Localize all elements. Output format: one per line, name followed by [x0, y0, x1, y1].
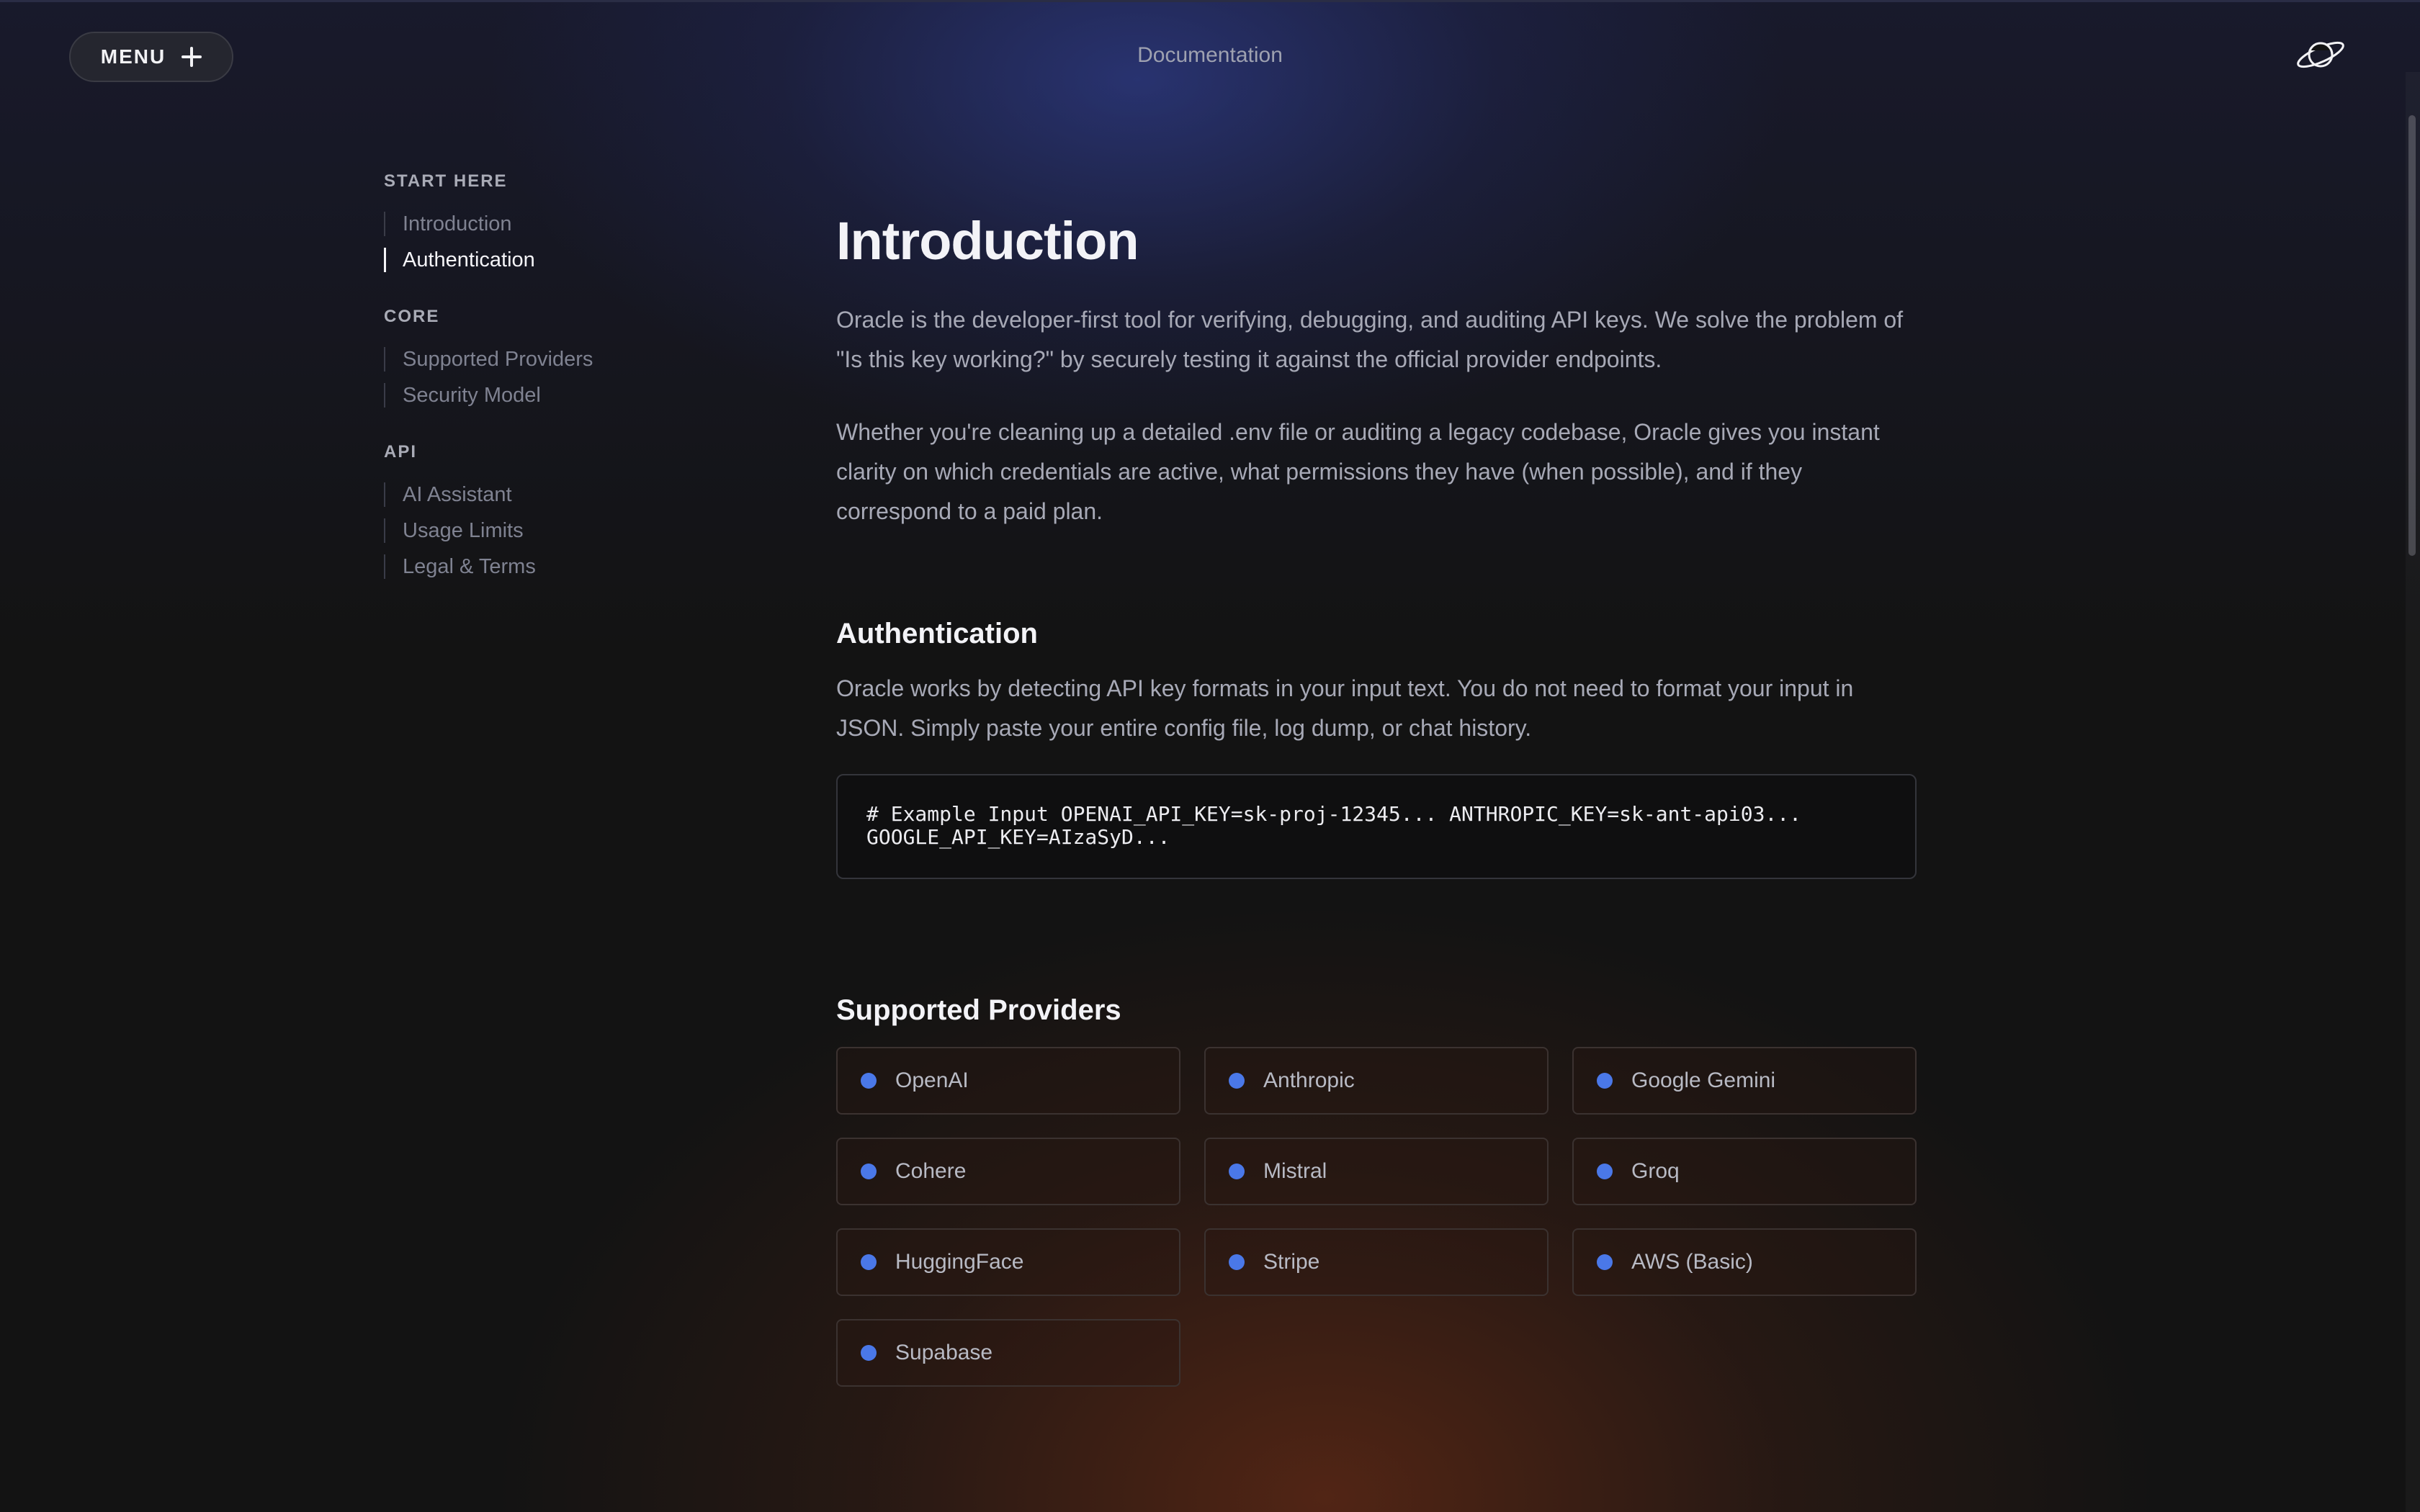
top-border — [0, 0, 2420, 2]
provider-name: Anthropic — [1263, 1068, 1355, 1092]
sidebar-section-core: CORE Supported Providers Security Model — [384, 307, 686, 413]
provider-card-anthropic[interactable]: Anthropic — [1204, 1047, 1549, 1115]
plus-icon — [182, 47, 202, 67]
status-dot — [1229, 1164, 1245, 1179]
provider-name: AWS (Basic) — [1631, 1250, 1753, 1274]
sidebar-item-usage-limits[interactable]: Usage Limits — [384, 513, 686, 549]
provider-card-stripe[interactable]: Stripe — [1204, 1228, 1549, 1296]
scrollbar-thumb[interactable] — [2408, 115, 2416, 556]
sidebar-item-legal-terms[interactable]: Legal & Terms — [384, 549, 686, 585]
menu-button[interactable]: MENU — [69, 32, 233, 82]
page-title: Introduction — [836, 211, 1139, 271]
planet-icon[interactable] — [2293, 35, 2348, 75]
status-dot — [861, 1073, 877, 1089]
authentication-paragraph: Oracle works by detecting API key format… — [836, 675, 1854, 741]
sidebar-item-supported-providers[interactable]: Supported Providers — [384, 341, 686, 377]
status-dot — [1597, 1073, 1613, 1089]
status-dot — [861, 1345, 877, 1361]
provider-name: OpenAI — [895, 1068, 969, 1092]
header-title: Documentation — [1137, 43, 1283, 67]
provider-name: Google Gemini — [1631, 1068, 1776, 1092]
provider-card-openai[interactable]: OpenAI — [836, 1047, 1180, 1115]
sidebar-section-title: CORE — [384, 307, 440, 326]
status-dot — [861, 1164, 877, 1179]
status-dot — [861, 1254, 877, 1270]
intro-paragraph-2: Whether you're cleaning up a detailed .e… — [836, 419, 1880, 524]
sidebar-section-start-here: START HERE Introduction Authentication — [384, 171, 686, 278]
provider-card-groq[interactable]: Groq — [1572, 1138, 1917, 1205]
status-dot — [1229, 1073, 1245, 1089]
authentication-heading: Authentication — [836, 618, 1038, 649]
status-dot — [1229, 1254, 1245, 1270]
provider-card-supabase[interactable]: Supabase — [836, 1319, 1180, 1387]
code-block[interactable]: # Example Input OPENAI_API_KEY=sk-proj-1… — [836, 774, 1917, 879]
main-content: Introduction Oracle is the developer-fir… — [836, 202, 1917, 1387]
sidebar-section-title: START HERE — [384, 171, 508, 191]
provider-card-huggingface[interactable]: HuggingFace — [836, 1228, 1180, 1296]
sidebar-section-title: API — [384, 442, 418, 462]
status-dot — [1597, 1164, 1613, 1179]
sidebar-item-introduction[interactable]: Introduction — [384, 206, 686, 242]
provider-name: Mistral — [1263, 1159, 1327, 1183]
sidebar-item-authentication[interactable]: Authentication — [384, 242, 686, 278]
sidebar-section-api: API AI Assistant Usage Limits Legal & Te… — [384, 442, 686, 585]
provider-card-aws[interactable]: AWS (Basic) — [1572, 1228, 1917, 1296]
providers-heading: Supported Providers — [836, 994, 1121, 1026]
provider-card-cohere[interactable]: Cohere — [836, 1138, 1180, 1205]
provider-card-mistral[interactable]: Mistral — [1204, 1138, 1549, 1205]
providers-grid: OpenAI Anthropic Google Gemini Cohere Mi… — [836, 1047, 1917, 1387]
provider-name: Cohere — [895, 1159, 967, 1183]
status-dot — [1597, 1254, 1613, 1270]
provider-name: HuggingFace — [895, 1250, 1024, 1274]
provider-name: Stripe — [1263, 1250, 1320, 1274]
intro-paragraph-1: Oracle is the developer-first tool for v… — [836, 307, 1904, 372]
sidebar-item-security-model[interactable]: Security Model — [384, 377, 686, 413]
provider-name: Groq — [1631, 1159, 1680, 1183]
sidebar-item-ai-assistant[interactable]: AI Assistant — [384, 477, 686, 513]
provider-card-google-gemini[interactable]: Google Gemini — [1572, 1047, 1917, 1115]
menu-label: MENU — [100, 45, 166, 68]
provider-name: Supabase — [895, 1341, 993, 1364]
sidebar: START HERE Introduction Authentication C… — [384, 171, 686, 613]
